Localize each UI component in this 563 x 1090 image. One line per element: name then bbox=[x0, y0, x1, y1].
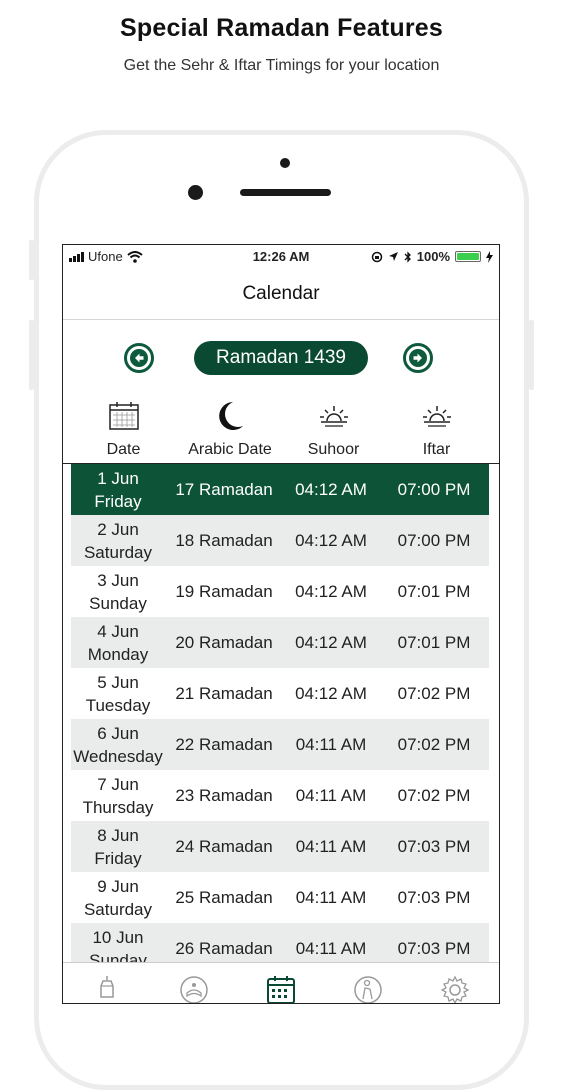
date-cell: 4 Jun Monday bbox=[87, 621, 149, 664]
arabic-date-cell: 21 Ramadan bbox=[175, 683, 273, 703]
promo-title: Special Ramadan Features bbox=[120, 14, 443, 42]
phone-camera bbox=[188, 185, 203, 200]
sunset-icon bbox=[422, 406, 451, 427]
iftar-cell: 07:03 PM bbox=[397, 887, 471, 907]
lantern-icon bbox=[99, 976, 114, 998]
table-row[interactable]: 7 Jun Thursday 23 Ramadan 04:11 AM 07:02 … bbox=[71, 770, 489, 821]
bluetooth-icon bbox=[404, 250, 411, 263]
arrow-left-icon bbox=[130, 349, 148, 367]
table-row[interactable]: 3 Jun Sunday 19 Ramadan 04:12 AM 07:01 PM bbox=[71, 566, 489, 617]
iftar-cell: 07:01 PM bbox=[397, 581, 471, 601]
phone-speaker bbox=[240, 189, 331, 196]
suhoor-cell: 04:11 AM bbox=[295, 734, 367, 754]
iftar-cell: 07:00 PM bbox=[397, 530, 471, 550]
arabic-date-cell: 24 Ramadan bbox=[175, 836, 273, 856]
promo-subtitle: Get the Sehr & Iftar Timings for your lo… bbox=[123, 57, 440, 74]
date-cell: 9 Jun Saturday bbox=[83, 876, 153, 919]
suhoor-cell: 04:12 AM bbox=[295, 479, 367, 499]
date-cell: 5 Jun Tuesday bbox=[85, 672, 151, 715]
date-cell: 6 Jun Wednesday bbox=[73, 723, 163, 766]
battery-icon bbox=[455, 251, 481, 262]
suhoor-cell: 04:11 AM bbox=[295, 887, 367, 907]
status-bar: Ufone 12:26 AM 100% bbox=[63, 245, 499, 269]
nav-title: Calendar bbox=[63, 269, 499, 320]
iftar-cell: 07:02 PM bbox=[397, 734, 471, 754]
arabic-date-cell: 26 Ramadan bbox=[175, 938, 273, 958]
tab-bar bbox=[63, 962, 499, 1003]
phone-volume-up bbox=[29, 320, 34, 390]
location-icon bbox=[388, 252, 398, 261]
arrow-right-icon bbox=[409, 349, 427, 367]
phone-mute-switch bbox=[29, 240, 34, 280]
charging-icon bbox=[486, 250, 493, 263]
rotation-lock-icon bbox=[371, 251, 382, 262]
arabic-date-cell: 23 Ramadan bbox=[175, 785, 273, 805]
arabic-date-cell: 25 Ramadan bbox=[175, 887, 273, 907]
next-month-button[interactable] bbox=[403, 343, 433, 373]
phone-sensor bbox=[280, 158, 290, 168]
iftar-cell: 07:03 PM bbox=[397, 938, 471, 958]
prev-month-button[interactable] bbox=[124, 343, 154, 373]
column-iftar: Iftar bbox=[382, 399, 491, 459]
suhoor-cell: 04:11 AM bbox=[295, 785, 367, 805]
suhoor-cell: 04:11 AM bbox=[295, 836, 367, 856]
date-cell: 8 Jun Friday bbox=[94, 825, 142, 868]
suhoor-cell: 04:12 AM bbox=[295, 632, 367, 652]
phone-power-button bbox=[529, 320, 534, 390]
calendar-date-icon bbox=[108, 402, 139, 430]
suhoor-cell: 04:11 AM bbox=[295, 938, 367, 958]
battery-percent: 100% bbox=[416, 249, 450, 264]
arabic-date-cell: 20 Ramadan bbox=[175, 632, 273, 652]
date-cell: 1 Jun Friday bbox=[94, 468, 142, 511]
suhoor-cell: 04:12 AM bbox=[295, 530, 367, 550]
date-cell: 2 Jun Saturday bbox=[83, 519, 153, 562]
table-row[interactable]: 2 Jun Saturday 18 Ramadan 04:12 AM 07:00 … bbox=[71, 515, 489, 566]
table-row[interactable]: 6 Jun Wednesday 22 Ramadan 04:11 AM 07:02… bbox=[71, 719, 489, 770]
month-label[interactable]: Ramadan 1439 bbox=[194, 341, 368, 375]
arabic-date-cell: 17 Ramadan bbox=[175, 479, 273, 499]
suhoor-cell: 04:12 AM bbox=[295, 581, 367, 601]
date-cell: 3 Jun Sunday bbox=[89, 570, 147, 613]
arabic-date-cell: 18 Ramadan bbox=[175, 530, 273, 550]
iftar-cell: 07:03 PM bbox=[397, 836, 471, 856]
column-suhoor: Suhoor bbox=[279, 399, 388, 459]
column-date: Date bbox=[69, 399, 178, 459]
month-selector: Ramadan 1439 bbox=[63, 341, 499, 381]
sunrise-icon bbox=[319, 406, 348, 427]
phone-screen: Ufone 12:26 AM 100% Calendar Ramadan 143… bbox=[62, 244, 500, 1004]
table-row[interactable]: 5 Jun Tuesday 21 Ramadan 04:12 AM 07:02 P… bbox=[71, 668, 489, 719]
table-row[interactable]: 9 Jun Saturday 25 Ramadan 04:11 AM 07:03 … bbox=[71, 872, 489, 923]
timings-table: 1 Jun Friday 17 Ramadan 04:12 AM 07:00 PM… bbox=[71, 464, 489, 974]
crescent-moon-icon bbox=[219, 402, 243, 430]
suhoor-cell: 04:12 AM bbox=[295, 683, 367, 703]
table-row[interactable]: 1 Jun Friday 17 Ramadan 04:12 AM 07:00 PM bbox=[71, 464, 489, 515]
arabic-date-cell: 19 Ramadan bbox=[175, 581, 273, 601]
column-arabic-date: Arabic Date bbox=[175, 399, 285, 459]
iftar-cell: 07:01 PM bbox=[397, 632, 471, 652]
iftar-cell: 07:00 PM bbox=[397, 479, 471, 499]
iftar-cell: 07:02 PM bbox=[397, 683, 471, 703]
date-cell: 7 Jun Thursday bbox=[82, 774, 154, 817]
iftar-cell: 07:02 PM bbox=[397, 785, 471, 805]
column-headers: Date Arabic Date Suhoor Iftar bbox=[63, 399, 499, 463]
table-row[interactable]: 4 Jun Monday 20 Ramadan 04:12 AM 07:01 PM bbox=[71, 617, 489, 668]
table-row[interactable]: 8 Jun Friday 24 Ramadan 04:11 AM 07:03 PM bbox=[71, 821, 489, 872]
arabic-date-cell: 22 Ramadan bbox=[175, 734, 273, 754]
